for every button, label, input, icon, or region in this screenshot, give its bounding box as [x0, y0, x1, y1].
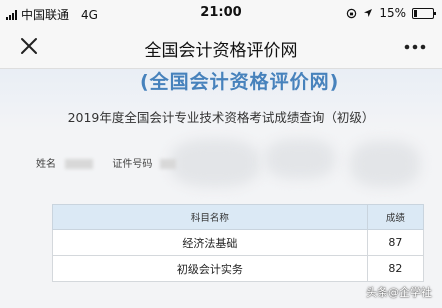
battery-percent: 15% [379, 6, 406, 20]
id-redacted [159, 159, 176, 169]
score-cell: 87 [366, 229, 425, 256]
rotation-lock-icon [347, 8, 357, 18]
table-header-row: 科目名称 成绩 [52, 204, 425, 230]
watermark: 头条@企学社 [366, 286, 432, 299]
subject-cell: 初级会计实务 [52, 255, 368, 282]
score-cell: 82 [366, 255, 425, 282]
score-table: 科目名称 成绩 经济法基础 87 初级会计实务 82 [52, 204, 425, 282]
table-row: 初级会计实务 82 [52, 255, 425, 282]
battery-icon [412, 7, 436, 19]
page-title: 全国会计资格评价网 [144, 41, 298, 61]
table-row: 经济法基础 87 [52, 229, 425, 256]
column-header-score: 成绩 [366, 204, 425, 230]
subject-cell: 经济法基础 [52, 229, 368, 256]
query-title: 2019年度全国会计专业技术资格考试成绩查询（初级） [67, 110, 375, 125]
more-icon[interactable] [402, 38, 428, 56]
location-icon [364, 9, 373, 17]
candidate-info: 姓名 证件号码 [36, 155, 176, 170]
name-redacted [65, 159, 94, 169]
status-right: 15% [346, 6, 436, 20]
web-content: (全国会计资格评价网) 2019年度全国会计专业技术资格考试成绩查询（初级） 姓… [0, 69, 442, 308]
site-banner: (全国会计资格评价网) [140, 71, 340, 93]
name-label: 姓名 [36, 159, 56, 170]
column-header-subject: 科目名称 [52, 204, 368, 230]
nav-bar: 全国会计资格评价网 [0, 26, 442, 69]
id-label: 证件号码 [112, 159, 153, 170]
status-bar: 中国联通 4G 21:00 15% [0, 0, 442, 26]
